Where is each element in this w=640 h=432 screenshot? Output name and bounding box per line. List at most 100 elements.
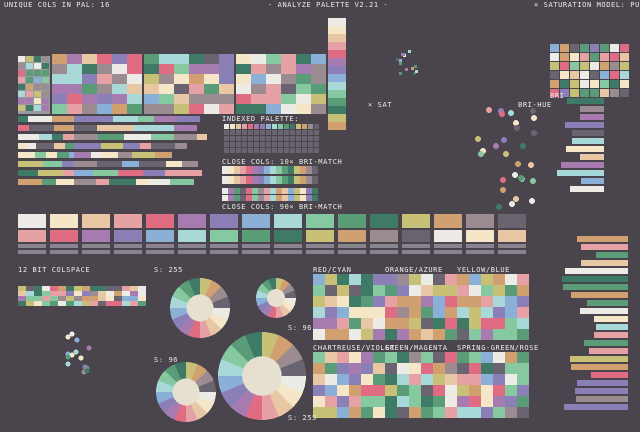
pixel-block	[481, 274, 493, 285]
pixel-block	[124, 134, 151, 140]
pixel-block	[445, 296, 457, 307]
pixel-block	[39, 134, 52, 140]
pixel-block	[189, 84, 204, 94]
pixel-block	[36, 143, 54, 149]
pixel-block	[282, 195, 288, 201]
pixel-block	[361, 318, 373, 329]
pixel-block	[138, 286, 146, 291]
pixel-block	[112, 94, 127, 104]
pixel-block	[300, 188, 306, 194]
scatter-dot	[513, 120, 519, 126]
pixel-block	[421, 318, 433, 329]
pixel-block	[421, 363, 433, 374]
pixel-block	[337, 374, 349, 385]
pixel-block	[469, 274, 481, 285]
pixel-block	[99, 116, 113, 122]
pixel-block	[306, 250, 334, 254]
pixel-block	[409, 285, 421, 296]
pixel-block	[101, 152, 118, 158]
pixel-block	[445, 285, 457, 296]
pixel-block	[42, 291, 50, 296]
pixel-block	[550, 71, 559, 79]
pixel-block	[246, 166, 252, 174]
scatter-pixel	[402, 53, 405, 56]
pixel-block	[252, 176, 258, 184]
pixel-block	[50, 291, 58, 296]
pixel-block	[313, 274, 325, 285]
wheel-core	[172, 378, 200, 406]
panel-yellow-blue	[457, 274, 529, 340]
pixel-block	[517, 396, 529, 407]
pixel-block	[18, 170, 38, 176]
pixel-block	[361, 274, 373, 285]
pixel-block	[313, 329, 325, 340]
pixel-block	[42, 70, 49, 76]
pixel-block	[43, 161, 62, 167]
pixel-block	[18, 244, 46, 248]
pixel-block	[67, 94, 82, 104]
pixel-block	[272, 148, 277, 153]
scatter-dot	[514, 125, 520, 131]
pixel-block	[276, 166, 282, 174]
pixel-block	[373, 352, 385, 363]
pixel-block	[248, 124, 253, 129]
pixel-block	[517, 352, 529, 363]
pixel-block	[18, 116, 28, 122]
pixel-block	[361, 352, 373, 363]
pixel-block	[266, 84, 281, 94]
pixel-block	[42, 286, 50, 291]
panel-red-cyan	[313, 274, 385, 340]
pixel-block	[132, 152, 155, 158]
pixel-block	[254, 130, 259, 135]
pixel-block	[308, 124, 313, 129]
pixel-block	[565, 122, 604, 128]
pixel-block	[42, 77, 49, 83]
pixel-block	[308, 136, 313, 141]
pixel-block	[361, 285, 373, 296]
pixel-block	[276, 176, 282, 184]
pixel-block	[58, 301, 66, 306]
sat-255-label-a: S: 255	[154, 266, 183, 274]
pixel-block	[276, 188, 282, 194]
pixel-block	[18, 161, 43, 167]
pixel-block	[600, 44, 609, 52]
pixel-block	[26, 105, 33, 111]
pixel-block	[567, 98, 604, 104]
pixel-block	[114, 244, 142, 248]
pixel-block	[122, 161, 139, 167]
pixel-block	[328, 18, 346, 26]
pixel-block	[242, 214, 270, 228]
pixel-block	[311, 74, 326, 84]
pixel-block	[170, 179, 194, 185]
pixel-block	[498, 230, 526, 242]
pixel-block	[252, 188, 258, 194]
scatter-dot	[84, 368, 90, 374]
pixel-block	[242, 250, 270, 254]
pixel-block	[580, 62, 589, 70]
pixel-block	[373, 407, 385, 418]
saturation-model-toggle[interactable]: × SATURATION MODEL: PURITY	[534, 1, 640, 9]
pixel-block	[159, 94, 174, 104]
pixel-block	[282, 176, 288, 184]
pixel-block	[493, 307, 505, 318]
pixel-block	[517, 374, 529, 385]
pixel-block	[620, 44, 629, 52]
sat-toggle[interactable]: × SAT	[368, 101, 392, 109]
pixel-block	[337, 363, 349, 374]
pixel-block	[361, 374, 373, 385]
pixel-block	[397, 363, 409, 374]
pixel-block	[248, 148, 253, 153]
scatter-dot	[69, 331, 75, 337]
pixel-block	[570, 80, 579, 88]
wheel-core	[267, 289, 285, 307]
pixel-block	[311, 104, 326, 114]
scatter-pixel	[399, 72, 402, 75]
pixel-block	[385, 396, 397, 407]
pixel-block	[505, 318, 517, 329]
pixel-block	[18, 91, 25, 97]
wheel-core	[242, 356, 282, 396]
pixel-block	[98, 134, 124, 140]
scatter-pixel	[396, 58, 399, 61]
pixel-block	[565, 268, 628, 274]
pixel-block	[258, 188, 264, 194]
